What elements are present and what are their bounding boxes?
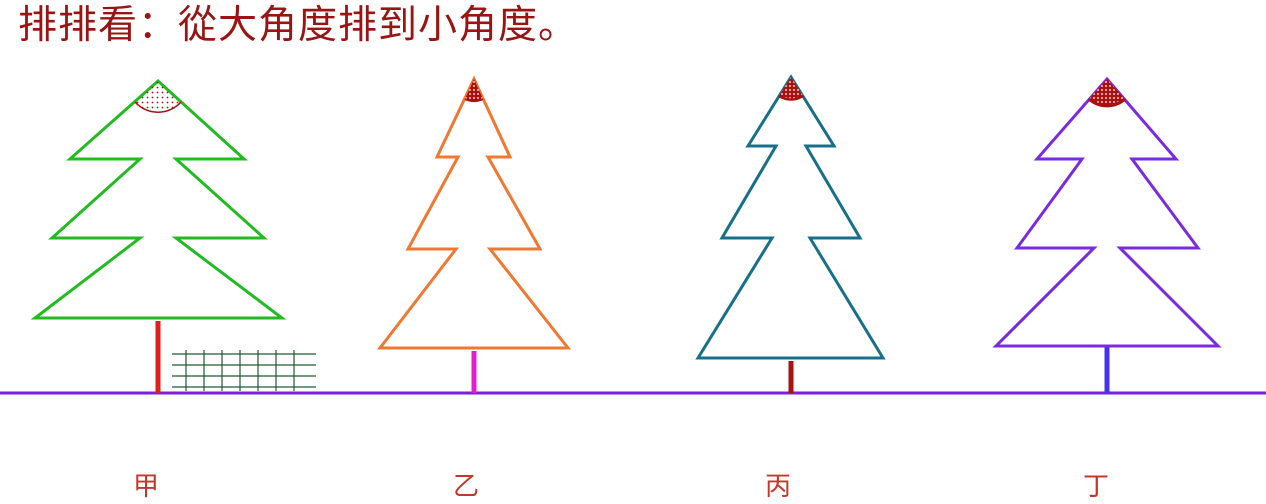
tree-label-yi: 乙 xyxy=(452,472,479,502)
tree-bing xyxy=(695,74,886,393)
tree-jia xyxy=(30,78,316,393)
grid-decoration xyxy=(172,350,316,391)
tree-ding xyxy=(992,76,1222,393)
tree-yi xyxy=(376,75,572,393)
tree-yi-outline xyxy=(376,75,572,350)
tree-label-ding: 丁 xyxy=(1082,472,1109,502)
tree-label-jia: 甲 xyxy=(132,472,159,502)
tree-label-bing: 丙 xyxy=(764,472,791,502)
trees-diagram xyxy=(0,74,1266,395)
tree-ding-outline xyxy=(992,76,1222,348)
tree-jia-outline xyxy=(30,78,287,320)
tree-bing-outline xyxy=(695,74,886,360)
